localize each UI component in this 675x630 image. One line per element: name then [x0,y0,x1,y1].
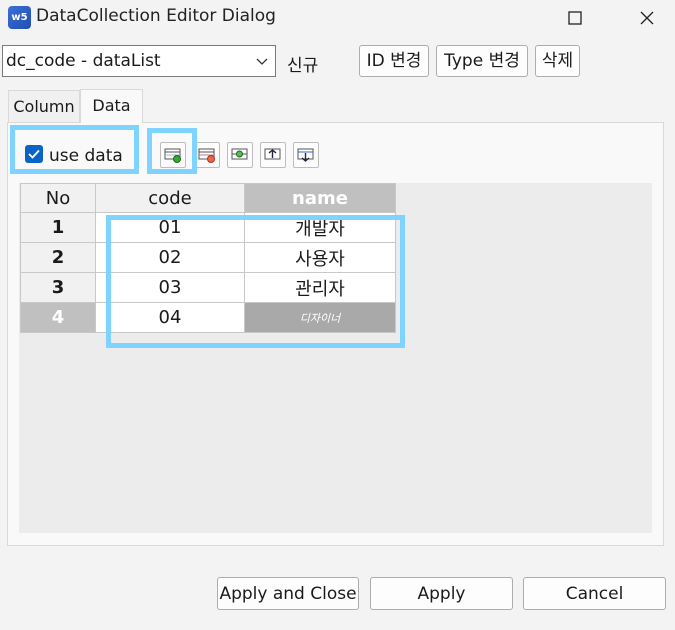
window-title: DataCollection Editor Dialog [36,6,276,26]
use-data-checkbox[interactable]: use data [25,145,123,167]
table-row: 2 02 사용자 [20,242,396,273]
tab-data[interactable]: Data [80,89,143,123]
cancel-button[interactable]: Cancel [523,577,666,610]
delete-row-button[interactable] [194,142,220,168]
code-cell[interactable]: 04 [95,302,245,333]
delete-row-icon [198,148,215,163]
insert-row-button[interactable] [227,142,253,168]
move-up-button[interactable] [260,142,286,168]
name-cell[interactable]: 사용자 [244,242,396,273]
move-down-icon [297,148,314,162]
apply-button[interactable]: Apply [370,577,513,610]
id-change-button[interactable]: ID 변경 [359,45,429,77]
row-number[interactable]: 3 [20,272,96,303]
apply-and-close-button[interactable]: Apply and Close [217,577,359,610]
data-grid: No code name 1 01 개발자 2 02 사용자 3 03 관리자 … [20,183,396,333]
column-header-name[interactable]: name [244,183,396,213]
name-cell-editing[interactable]: 디자이너 [244,302,396,333]
move-up-icon [264,148,281,160]
column-header-no[interactable]: No [20,183,96,213]
add-row-icon [164,148,181,163]
grid-header-row: No code name [20,183,396,213]
close-button[interactable] [624,2,670,34]
tab-column[interactable]: Column [8,90,80,122]
name-cell[interactable]: 개발자 [244,212,396,243]
checkbox-checked-icon [25,145,43,163]
datacollection-select[interactable]: dc_code - dataList [2,45,276,77]
column-header-code[interactable]: code [95,183,245,213]
table-row: 1 01 개발자 [20,212,396,243]
table-row: 3 03 관리자 [20,272,396,303]
chevron-down-icon [256,58,268,65]
name-cell[interactable]: 관리자 [244,272,396,303]
maximize-button[interactable] [552,2,598,34]
table-row: 4 04 디자이너 [20,302,396,333]
app-logo-icon: w5 [8,6,31,29]
row-number[interactable]: 1 [20,212,96,243]
datacollection-select-value: dc_code - dataList [6,51,161,71]
use-data-label: use data [49,146,123,166]
row-number[interactable]: 2 [20,242,96,273]
code-cell[interactable]: 02 [95,242,245,273]
type-change-button[interactable]: Type 변경 [436,45,528,77]
row-number[interactable]: 4 [20,302,96,333]
code-cell[interactable]: 03 [95,272,245,303]
insert-row-icon [231,148,248,160]
close-icon [640,11,654,25]
maximize-icon [568,11,582,25]
delete-button[interactable]: 삭제 [535,45,580,77]
new-label: 신규 [287,56,319,76]
code-cell[interactable]: 01 [95,212,245,243]
add-row-button[interactable] [160,142,186,168]
move-down-button[interactable] [293,142,319,168]
